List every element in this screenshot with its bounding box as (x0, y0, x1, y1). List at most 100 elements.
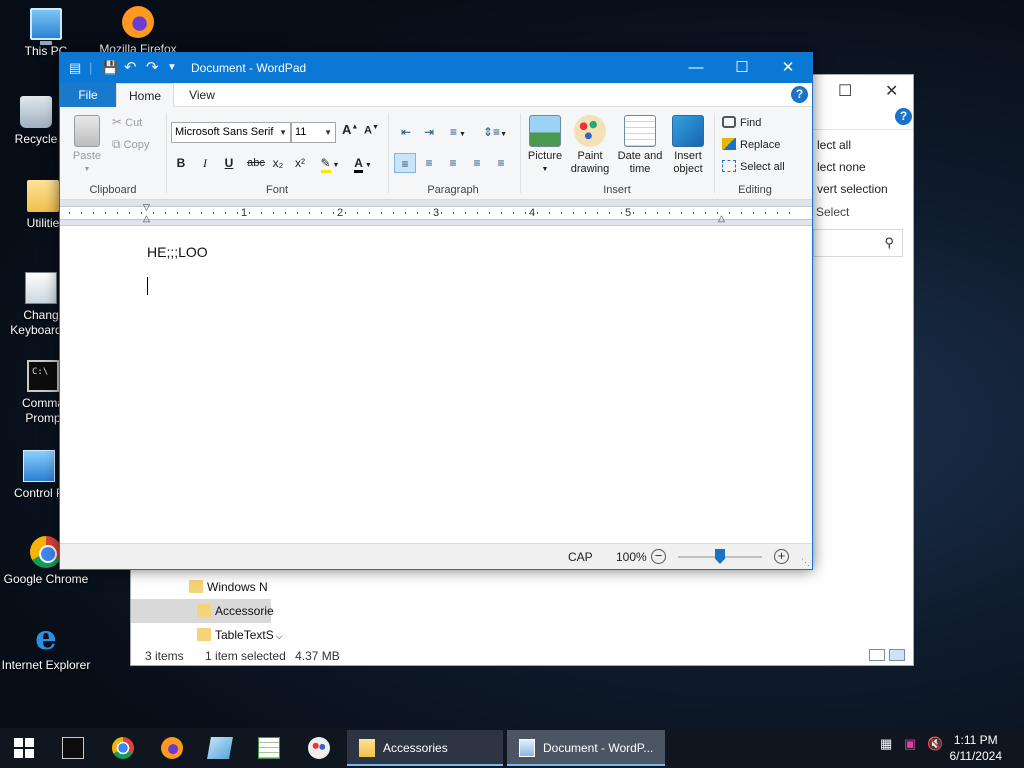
maximize-button[interactable]: ☐ (719, 53, 765, 83)
minimize-button[interactable]: — (673, 53, 719, 83)
picture-button[interactable]: Picture ▼ (524, 115, 566, 176)
desktop-icon-firefox[interactable]: Mozilla Firefox (92, 6, 184, 57)
bold-button[interactable]: B (171, 153, 191, 173)
increase-indent-icon[interactable]: ⇥ (418, 122, 440, 142)
taskbar-task-explorer[interactable]: Accessories (347, 730, 503, 766)
wordpad-app-icon[interactable]: ▤ (69, 60, 81, 76)
find-button[interactable]: Find (722, 116, 761, 129)
title-bar[interactable]: ▤ | 💾 ↶ ↷ ▼ Document - WordPad — ☐ ✕ (60, 53, 812, 83)
taskbar-spreadsheet[interactable] (247, 732, 291, 764)
font-color-button[interactable]: A ▼ (349, 153, 377, 173)
firefox-icon (122, 6, 154, 38)
tab-home[interactable]: Home (116, 83, 174, 108)
taskbar-paint[interactable] (297, 732, 341, 764)
customize-toolbar-icon[interactable]: ▼ (167, 62, 177, 73)
zoom-out-icon[interactable]: − (651, 549, 666, 564)
decrease-indent-icon[interactable]: ⇤ (395, 122, 417, 142)
undo-icon[interactable]: ↶ (124, 58, 137, 76)
taskbar-notepad[interactable] (198, 732, 242, 764)
tab-view[interactable]: View (174, 83, 230, 108)
italic-button[interactable]: I (195, 153, 215, 173)
first-line-indent-marker[interactable]: ▽ (143, 202, 150, 213)
details-view-icon[interactable] (869, 649, 885, 661)
start-button[interactable] (14, 738, 34, 758)
paste-label: Paste (72, 150, 102, 162)
close-icon[interactable]: ✕ (885, 81, 898, 101)
tree-item-windows-nt[interactable]: Windows N (131, 575, 271, 599)
divider (520, 113, 521, 193)
maximize-icon[interactable]: ☐ (838, 81, 852, 101)
font-group-label: Font (265, 184, 288, 196)
resize-grip-icon[interactable]: ⋱ (801, 557, 810, 568)
folder-icon (27, 180, 59, 212)
bullet-list-icon[interactable]: ≡ ▼ (443, 122, 473, 142)
ruler-tick (177, 212, 178, 214)
ruler-tick (693, 212, 694, 214)
chrome-icon (30, 536, 62, 568)
system-clock[interactable]: 1:11 PM 6/11/2024 (950, 732, 1003, 764)
replace-button[interactable]: Replace (722, 138, 780, 151)
volume-muted-icon[interactable]: 🔇 (927, 736, 943, 752)
tree-item-tabletexts[interactable]: TableTextS ⌵ (131, 623, 283, 647)
select-none-button[interactable]: lect none (817, 160, 866, 174)
document-text[interactable]: HE;;;LOO (147, 244, 208, 260)
align-right-icon[interactable]: ≡ (442, 153, 464, 173)
save-icon[interactable]: 💾 (102, 60, 118, 76)
help-icon[interactable]: ? (791, 86, 808, 103)
large-icons-view-icon[interactable] (889, 649, 905, 661)
document-area[interactable]: HE;;;LOO (60, 227, 812, 543)
ruler-tick (705, 212, 706, 214)
justify-icon[interactable]: ≡ (466, 153, 488, 173)
paste-button[interactable]: Paste ▼ (68, 115, 106, 176)
ruler-tick (561, 212, 562, 214)
navigation-tree: Windows N Accessorie TableTextS ⌵ (131, 575, 283, 647)
display-color-icon[interactable]: ▣ (904, 736, 916, 752)
cut-button[interactable]: ✂ Cut (112, 115, 142, 129)
superscript-button[interactable]: x² (290, 153, 310, 173)
font-family-select[interactable]: Microsoft Sans Serif ▼ (171, 122, 291, 143)
ruler[interactable]: 1 2 3 4 5 ▽ △ △ (60, 200, 812, 226)
taskbar-command-prompt[interactable] (51, 732, 95, 764)
left-indent-marker[interactable]: △ (143, 213, 150, 224)
underline-button[interactable]: U (219, 153, 239, 173)
align-left-icon[interactable]: ≡ (394, 153, 416, 173)
ruler-tick (597, 212, 598, 214)
grow-font-icon[interactable]: A▲ (342, 122, 358, 137)
select-all-button[interactable]: Select all (722, 160, 785, 173)
help-icon[interactable]: ? (895, 108, 912, 125)
date-time-button[interactable]: Date and time (614, 115, 666, 176)
spreadsheet-icon (258, 737, 280, 759)
select-all-button[interactable]: lect all (817, 138, 851, 152)
paragraph-settings-icon[interactable]: ≡ (490, 153, 512, 173)
shrink-font-icon[interactable]: A▼ (364, 124, 379, 137)
chevron-down-icon[interactable]: ⌵ (276, 631, 283, 641)
line-spacing-icon[interactable]: ⇕≡▼ (480, 122, 510, 142)
taskbar-firefox[interactable] (150, 732, 194, 764)
invert-selection-button[interactable]: vert selection (817, 182, 888, 196)
zoom-slider-thumb[interactable] (715, 549, 725, 564)
close-button[interactable]: ✕ (765, 53, 811, 83)
ruler-number: 4 (529, 207, 536, 219)
command-prompt-icon (62, 737, 84, 759)
align-center-icon[interactable]: ≡ (418, 153, 440, 173)
paint-drawing-button[interactable]: Paint drawing (566, 115, 614, 176)
taskbar-task-wordpad[interactable]: Document - WordP... (507, 730, 665, 766)
right-indent-marker[interactable]: △ (718, 213, 725, 224)
wordpad-window[interactable]: ▤ | 💾 ↶ ↷ ▼ Document - WordPad — ☐ ✕ Fil… (59, 52, 813, 570)
strikethrough-button[interactable]: abc (243, 153, 269, 173)
tree-item-accessories[interactable]: Accessorie (131, 599, 274, 623)
ruler-tick (537, 212, 538, 214)
network-icon[interactable]: ▦ (880, 736, 892, 752)
taskbar-chrome[interactable] (101, 732, 145, 764)
font-size-select[interactable]: 11 ▼ (291, 122, 336, 143)
copy-button[interactable]: ⧉ Copy (112, 137, 149, 152)
redo-icon[interactable]: ↷ (146, 58, 159, 76)
insert-object-button[interactable]: Insert object (666, 115, 710, 176)
ruler-number: 2 (337, 207, 344, 219)
tab-file[interactable]: File (60, 83, 116, 107)
search-box[interactable]: ⚲ (813, 229, 903, 257)
subscript-button[interactable]: x₂ (268, 153, 288, 173)
zoom-in-icon[interactable]: + (774, 549, 789, 564)
highlight-color-button[interactable]: ✎ ▼ (315, 153, 345, 173)
desktop-icon-internet-explorer[interactable]: e Internet Explorer (0, 621, 92, 673)
